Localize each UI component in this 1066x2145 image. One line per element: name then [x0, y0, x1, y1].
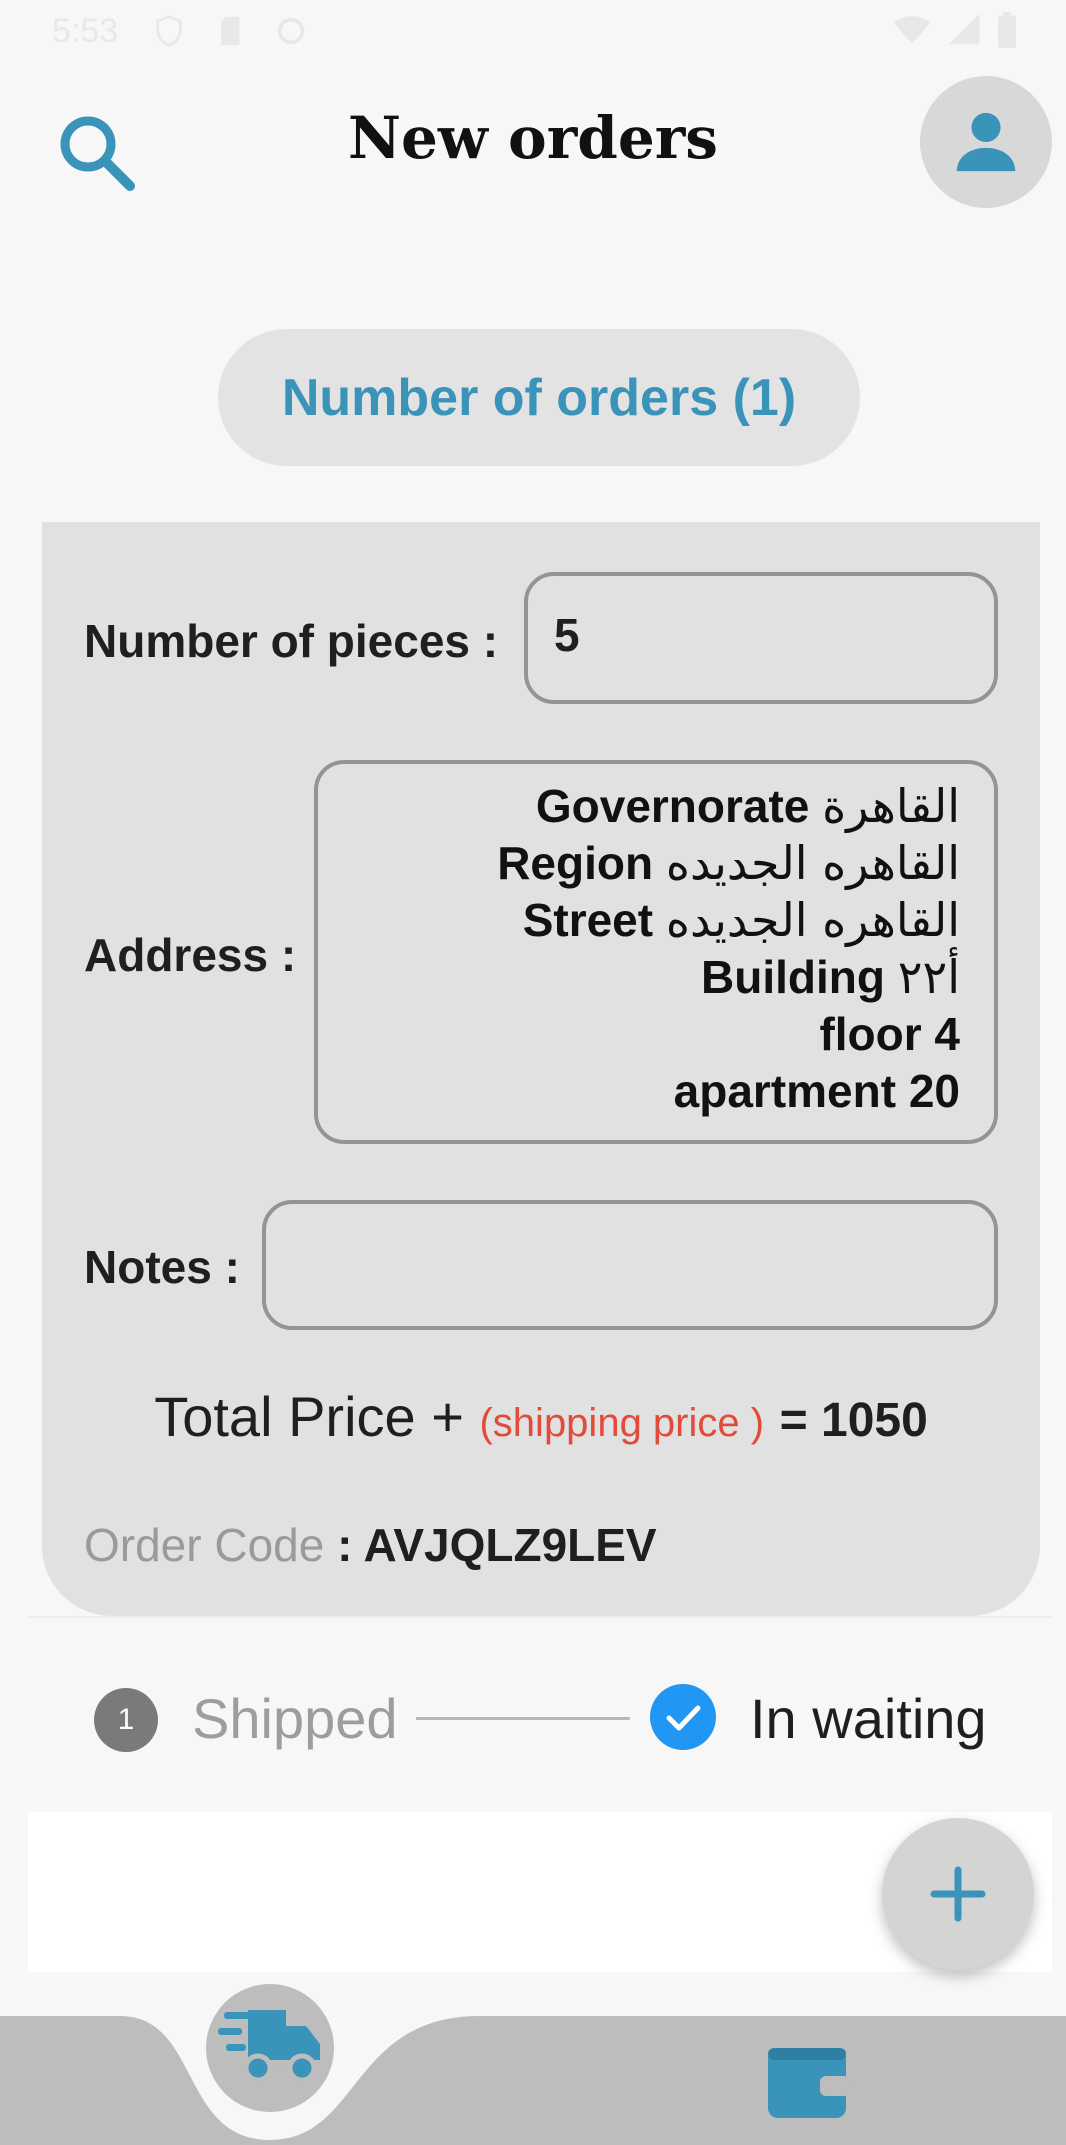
step-waiting-label: In waiting	[750, 1687, 987, 1750]
add-order-button[interactable]	[882, 1818, 1034, 1970]
total-price-label: Total Price +	[154, 1385, 464, 1448]
orders-count-badge: Number of orders (1)	[218, 329, 860, 466]
signal-icon	[948, 13, 980, 45]
wifi-icon	[893, 16, 931, 44]
step-shipped-marker: 1	[94, 1688, 158, 1752]
status-bar: 5:53	[0, 0, 1066, 64]
address-floor: floor 4	[819, 1008, 960, 1060]
address-label: Address :	[84, 929, 297, 981]
check-icon	[650, 1684, 716, 1750]
address-building: Building أ٢٢	[701, 950, 960, 1004]
pieces-field[interactable]: 5	[524, 572, 998, 704]
person-icon	[956, 112, 1016, 172]
sync-icon	[277, 17, 305, 45]
address-field[interactable]: Governorate القاهرة Region القاهره الجدي…	[314, 760, 998, 1144]
address-apartment: apartment 20	[673, 1065, 960, 1117]
bottom-nav	[0, 2016, 1066, 2145]
total-price-value: = 1050	[779, 1394, 928, 1447]
notes-label: Notes :	[84, 1241, 240, 1293]
address-text: Governorate القاهرة Region القاهره الجدي…	[497, 778, 960, 1120]
pieces-label: Number of pieces :	[84, 615, 499, 667]
order-code-value: : AVJQLZ9LEV	[337, 1519, 657, 1571]
address-region: Region القاهره الجديده	[497, 836, 960, 890]
address-street: Street القاهره الجديده	[522, 893, 960, 947]
page-title: New orders	[348, 104, 718, 172]
profile-button[interactable]	[920, 76, 1052, 208]
nav-orders-button[interactable]	[206, 1984, 334, 2112]
step-shipped-label: Shipped	[192, 1687, 398, 1750]
status-time: 5:53	[52, 12, 119, 50]
sd-card-icon	[221, 16, 240, 46]
battery-icon	[998, 12, 1016, 48]
app-bar: New orders	[0, 64, 1066, 214]
address-governorate: Governorate القاهرة	[535, 779, 960, 833]
shield-icon	[156, 15, 182, 47]
order-code: Order Code : AVJQLZ9LEV	[84, 1518, 657, 1572]
order-code-label: Order Code	[84, 1519, 325, 1571]
truck-icon	[218, 2010, 320, 2083]
step-connector	[416, 1717, 630, 1720]
pieces-value: 5	[554, 609, 580, 661]
order-card[interactable]: Number of pieces : 5 Address : Governora…	[42, 522, 1040, 1616]
shipping-price-label: (shipping price )	[479, 1401, 765, 1445]
order-status-stepper: 1 Shipped In waiting	[28, 1616, 1052, 1817]
wallet-icon[interactable]	[764, 2040, 854, 2120]
plus-icon	[930, 1866, 986, 1922]
total-price: Total Price + (shipping price ) = 1050	[42, 1384, 1040, 1449]
notes-field[interactable]	[262, 1200, 998, 1330]
